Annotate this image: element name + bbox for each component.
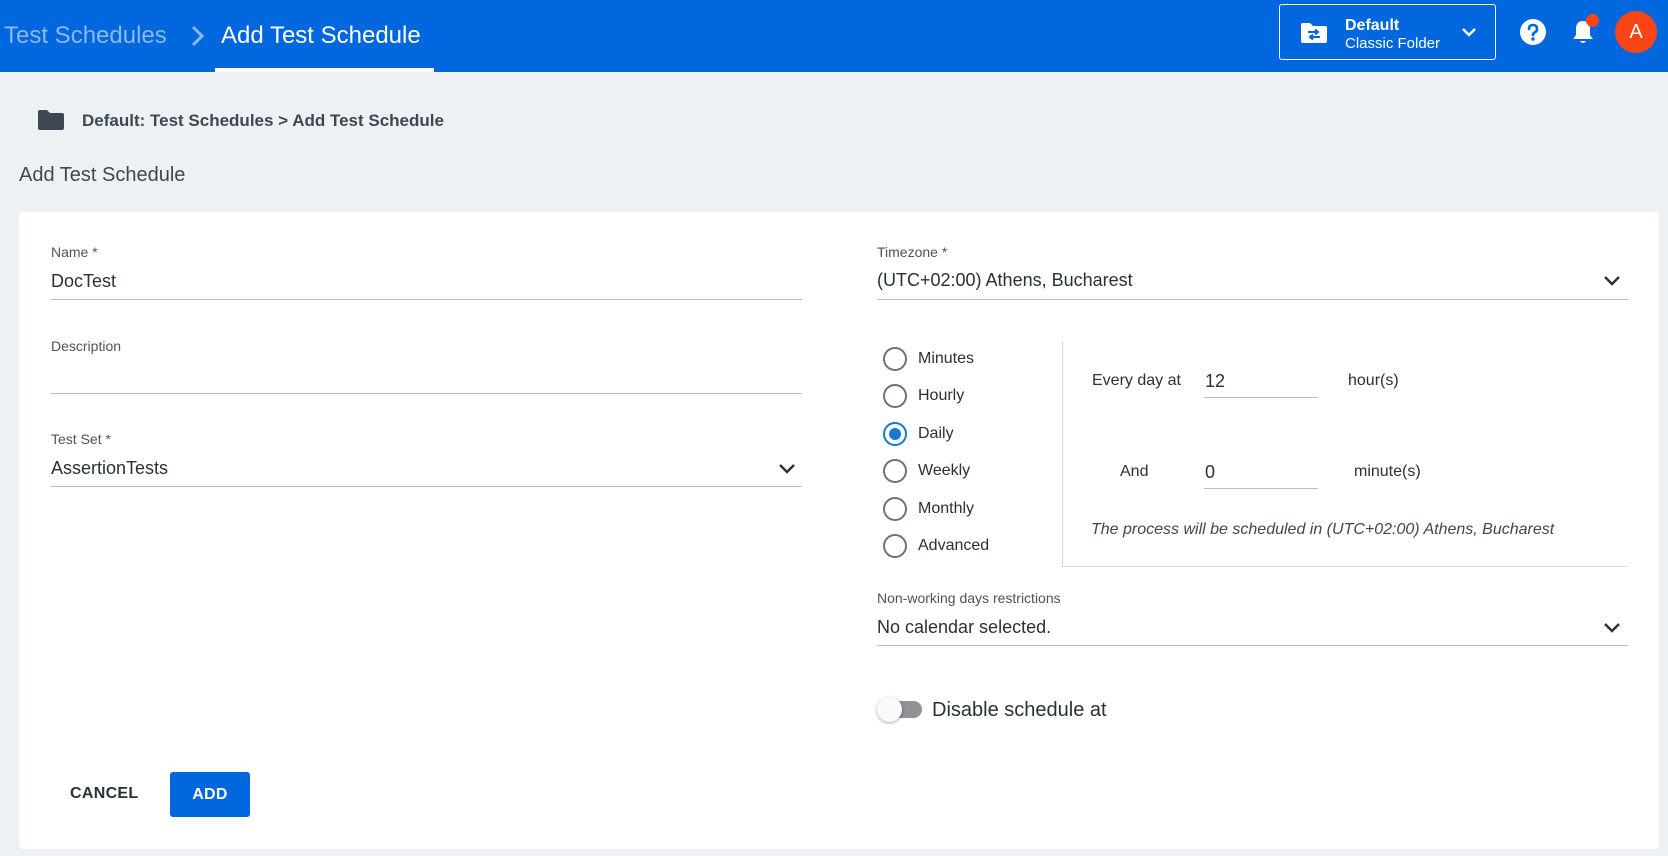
active-tab-indicator [215,68,434,72]
name-field[interactable]: Name * DocTest [51,243,802,301]
chevron-down-icon [1604,623,1620,633]
folder-switch-icon [1301,23,1327,43]
schedule-note: The process will be scheduled in (UTC+02… [1091,521,1555,538]
hours-unit: hour(s) [1348,372,1399,389]
minutes-unit: minute(s) [1354,463,1421,480]
non-working-days-underline [877,645,1628,646]
non-working-days-value: No calendar selected. [877,617,1052,637]
radio-label-minutes: Minutes [918,350,975,367]
radio-advanced[interactable] [883,534,907,558]
and-label: And [1120,463,1149,480]
hours-input[interactable]: 12 [1205,370,1225,392]
breadcrumb-current: Add Test Schedule [221,22,421,49]
name-underline [51,299,802,300]
schedule-divider [1061,566,1628,567]
non-working-days-select[interactable]: Non-working days restrictions No calenda… [877,589,1628,647]
test-set-label: Test Set * [51,431,111,447]
hours-underline [1204,397,1318,398]
radio-label-monthly: Monthly [918,500,975,517]
folder-icon [38,110,64,130]
radio-monthly[interactable] [883,497,907,521]
timezone-label: Timezone * [877,244,948,260]
timezone-underline [877,299,1628,300]
radio-label-weekly: Weekly [918,462,971,479]
test-set-value: AssertionTests [51,458,169,478]
test-set-underline [51,486,802,487]
toggle-knob[interactable] [877,697,902,722]
every-day-at-label: Every day at [1092,372,1181,389]
radio-weekly[interactable] [883,459,907,483]
minutes-underline [1204,488,1318,489]
radio-hourly[interactable] [883,384,907,408]
timezone-select[interactable]: Timezone * (UTC+02:00) Athens, Bucharest [877,243,1628,301]
minutes-input[interactable]: 0 [1205,461,1215,483]
name-input[interactable]: DocTest [51,270,116,292]
notification-badge [1586,14,1599,27]
chevron-down-icon [779,464,795,474]
test-set-select[interactable]: Test Set * AssertionTests [51,430,802,488]
chevron-right-icon [191,25,205,47]
top-bar: Test Schedules Add Test Schedule Default… [0,0,1668,72]
radio-label-advanced: Advanced [918,537,990,554]
folder-switcher-button[interactable]: Default Classic Folder [1279,4,1496,60]
frequency-divider [1062,341,1063,566]
timezone-value: (UTC+02:00) Athens, Bucharest [877,270,1133,290]
radio-label-hourly: Hourly [918,387,965,404]
help-icon[interactable] [1519,18,1547,46]
user-avatar[interactable]: A [1615,11,1657,53]
radio-label-daily: Daily [918,425,954,442]
cancel-button[interactable]: CANCEL [56,772,152,816]
folder-type: Classic Folder [1345,35,1441,52]
page-title: Add Test Schedule [19,164,186,186]
disable-schedule-label: Disable schedule at [932,699,1107,721]
breadcrumb-test-schedules-link[interactable]: Test Schedules [4,20,167,52]
description-field[interactable]: Description [51,337,802,395]
add-button[interactable]: ADD [170,772,250,817]
radio-daily[interactable] [883,422,907,446]
radio-minutes[interactable] [883,347,907,371]
chevron-down-icon [1462,28,1476,37]
name-label: Name * [51,244,98,260]
description-label: Description [51,338,122,354]
page-breadcrumb: Default: Test Schedules > Add Test Sched… [82,111,444,130]
folder-name: Default [1345,17,1400,34]
description-underline [51,393,802,394]
chevron-down-icon [1604,276,1620,286]
non-working-days-label: Non-working days restrictions [877,590,1061,606]
